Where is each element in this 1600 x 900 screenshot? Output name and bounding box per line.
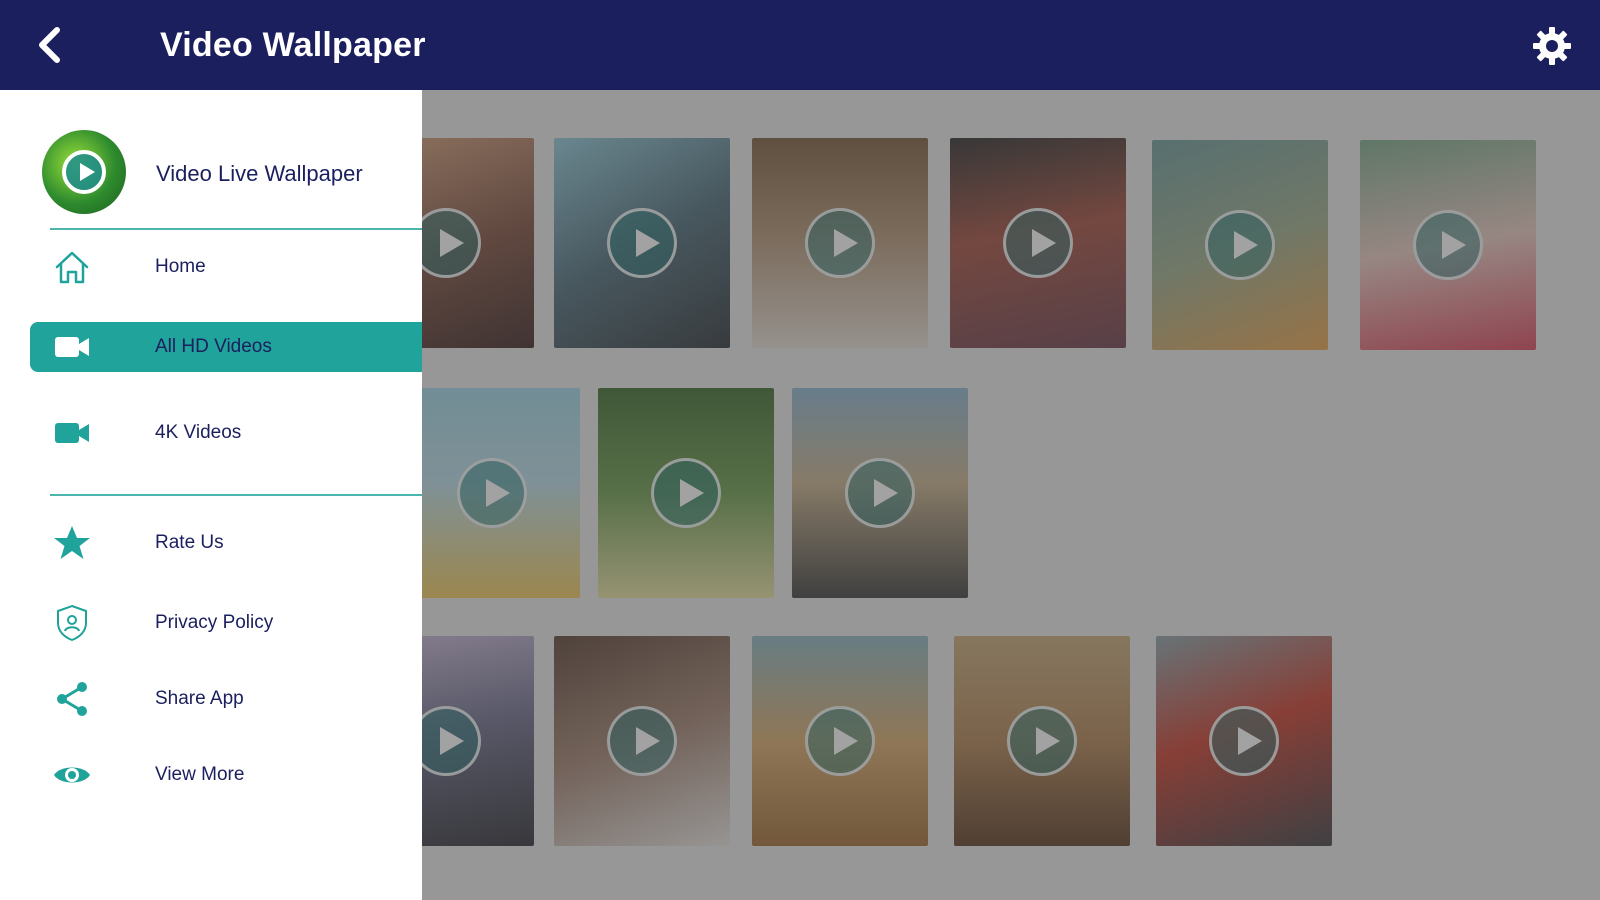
drawer-app-name: Video Live Wallpaper — [156, 161, 363, 186]
menu-item-label: All HD Videos — [155, 336, 272, 357]
menu-item-share-app[interactable]: Share App — [30, 674, 422, 724]
menu-item-privacy-policy[interactable]: Privacy Policy — [30, 598, 422, 648]
eye-icon — [54, 767, 90, 783]
video-thumbnail[interactable] — [554, 138, 730, 348]
play-icon — [1209, 706, 1279, 776]
menu-item-home[interactable]: Home — [30, 242, 422, 292]
video-thumbnail[interactable] — [1152, 140, 1328, 350]
app-bar: Video Wallpaper — [0, 0, 1600, 90]
menu-item-label: 4K Videos — [155, 422, 242, 443]
play-icon — [607, 208, 677, 278]
play-icon — [845, 458, 915, 528]
star-icon — [54, 526, 90, 559]
video-thumbnail[interactable] — [1156, 636, 1332, 846]
menu-item-label: View More — [155, 764, 245, 785]
menu-item-rate-us[interactable]: Rate Us — [30, 518, 422, 568]
share-icon — [57, 682, 87, 716]
video-thumbnail[interactable] — [1360, 140, 1536, 350]
app-logo — [42, 130, 126, 214]
video-thumbnail[interactable] — [752, 636, 928, 846]
video-thumbnail[interactable] — [954, 636, 1130, 846]
video-camera-icon — [55, 423, 89, 443]
navigation-drawer: Video Live Wallpaper Home All HD Videos … — [0, 88, 422, 900]
video-thumbnail[interactable] — [598, 388, 774, 598]
video-camera-icon — [55, 337, 89, 357]
drawer-divider — [50, 228, 422, 230]
page-title: Video Wallpaper — [160, 26, 426, 64]
video-thumbnail[interactable] — [404, 388, 580, 598]
menu-item-all-hd-videos[interactable]: All HD Videos — [30, 322, 422, 372]
play-icon — [805, 208, 875, 278]
play-icon — [1205, 210, 1275, 280]
play-icon — [651, 458, 721, 528]
video-thumbnail[interactable] — [792, 388, 968, 598]
menu-item-label: Privacy Policy — [155, 612, 274, 633]
menu-item-view-more[interactable]: View More — [30, 750, 422, 800]
play-icon — [805, 706, 875, 776]
video-thumbnail[interactable] — [752, 138, 928, 348]
menu-item-label: Share App — [155, 688, 244, 709]
play-icon — [1003, 208, 1073, 278]
play-icon — [607, 706, 677, 776]
gear-icon[interactable] — [1532, 26, 1572, 66]
menu-item-label: Home — [155, 256, 206, 277]
home-icon — [55, 251, 89, 284]
back-arrow-icon[interactable] — [30, 24, 72, 66]
shield-icon — [57, 604, 87, 642]
play-icon — [1413, 210, 1483, 280]
drawer-divider — [50, 494, 422, 496]
play-icon — [457, 458, 527, 528]
menu-item-label: Rate Us — [155, 532, 224, 553]
play-icon — [1007, 706, 1077, 776]
video-thumbnail[interactable] — [554, 636, 730, 846]
video-thumbnail[interactable] — [950, 138, 1126, 348]
menu-item-4k-videos[interactable]: 4K Videos — [30, 408, 422, 458]
